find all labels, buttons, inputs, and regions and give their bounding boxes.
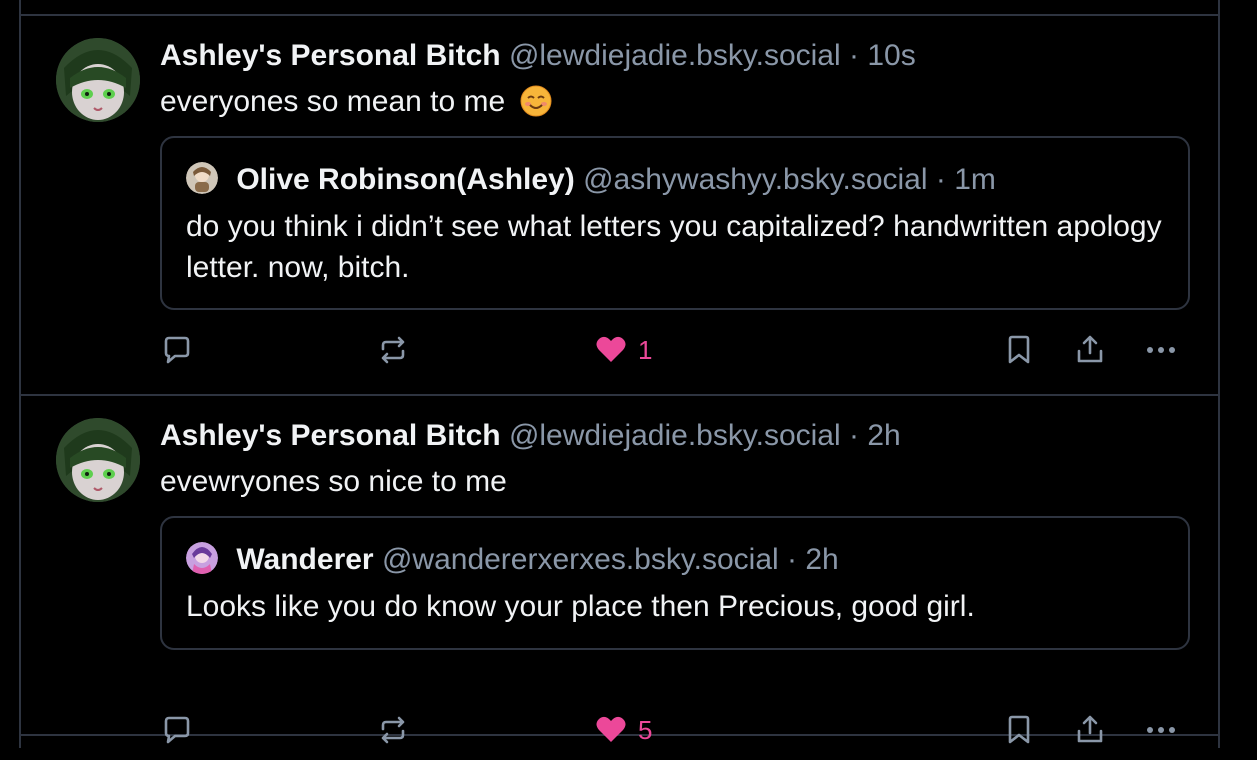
like-count: 1 <box>638 334 653 365</box>
avatar-image <box>56 38 140 122</box>
post-text: everyones so mean to me <box>160 84 552 126</box>
repost-icon <box>381 716 405 744</box>
post-actions: 5 <box>0 710 1257 750</box>
share-button[interactable] <box>1073 330 1107 370</box>
bookmark-button[interactable] <box>1002 330 1036 370</box>
quote-avatar[interactable] <box>186 542 218 574</box>
avatar-image <box>56 418 140 502</box>
bookmark-icon <box>1008 335 1030 364</box>
quote-author-name[interactable]: Olive Robinson(Ashley) <box>236 163 574 196</box>
post-actions: 1 <box>0 330 1257 370</box>
like-button[interactable]: 1 <box>594 330 652 370</box>
quote-avatar[interactable] <box>186 162 218 194</box>
bookmark-icon <box>1008 715 1030 744</box>
reply-icon <box>164 336 190 364</box>
quote-header: Olive Robinson(Ashley) @ashywashyy.bsky.… <box>186 162 996 198</box>
reply-button[interactable] <box>160 710 194 750</box>
quote-header: Wanderer @wandererxerxes.bsky.social · 2… <box>186 542 839 578</box>
like-button[interactable]: 5 <box>594 710 652 750</box>
post-time[interactable]: 2h <box>867 419 900 452</box>
quote-time[interactable]: 2h <box>805 543 838 576</box>
author-handle[interactable]: @lewdiejadie.bsky.social <box>509 419 841 452</box>
post-item[interactable]: Ashley's Personal Bitch @lewdiejadie.bsk… <box>0 380 1257 760</box>
heart-icon <box>596 716 626 742</box>
quoted-post[interactable]: Wanderer @wandererxerxes.bsky.social · 2… <box>160 516 1190 650</box>
post-header: Ashley's Personal Bitch @lewdiejadie.bsk… <box>160 418 901 454</box>
post-time[interactable]: 10s <box>867 39 915 72</box>
repost-button[interactable] <box>376 710 410 750</box>
quote-author-handle[interactable]: @wandererxerxes.bsky.social <box>382 543 779 576</box>
bookmark-button[interactable] <box>1002 710 1036 750</box>
author-name[interactable]: Ashley's Personal Bitch <box>160 419 501 452</box>
separator-dot: · <box>787 543 798 576</box>
author-avatar[interactable] <box>56 38 140 122</box>
like-count: 5 <box>638 714 653 745</box>
reply-icon <box>164 716 190 744</box>
quote-text: Looks like you do know your place then P… <box>186 590 975 623</box>
share-icon <box>1077 715 1103 743</box>
post-text-content: everyones so mean to me <box>160 85 506 118</box>
author-handle[interactable]: @lewdiejadie.bsky.social <box>509 39 841 72</box>
more-button[interactable] <box>1144 710 1178 750</box>
author-name[interactable]: Ashley's Personal Bitch <box>160 39 501 72</box>
heart-icon <box>596 336 626 362</box>
post-header: Ashley's Personal Bitch @lewdiejadie.bsk… <box>160 38 916 74</box>
quote-author-name[interactable]: Wanderer <box>236 543 373 576</box>
separator-dot: · <box>849 419 859 452</box>
author-avatar[interactable] <box>56 418 140 502</box>
smiling-face-emoji <box>520 85 552 126</box>
quoted-post[interactable]: Olive Robinson(Ashley) @ashywashyy.bsky.… <box>160 136 1190 310</box>
more-icon <box>1147 347 1175 353</box>
post-text: evewryones so nice to me <box>160 465 507 498</box>
repost-icon <box>381 336 405 364</box>
more-icon <box>1147 727 1175 733</box>
quote-author-handle[interactable]: @ashywashyy.bsky.social <box>583 163 927 196</box>
more-button[interactable] <box>1144 330 1178 370</box>
quote-text: do you think i didn’t see what letters y… <box>186 210 1162 284</box>
share-button[interactable] <box>1073 710 1107 750</box>
post-item[interactable]: Ashley's Personal Bitch @lewdiejadie.bsk… <box>0 0 1257 380</box>
share-icon <box>1077 335 1103 363</box>
separator-dot: · <box>849 39 859 72</box>
repost-button[interactable] <box>376 330 410 370</box>
quote-time[interactable]: 1m <box>954 163 996 196</box>
reply-button[interactable] <box>160 330 194 370</box>
separator-dot: · <box>935 163 946 196</box>
